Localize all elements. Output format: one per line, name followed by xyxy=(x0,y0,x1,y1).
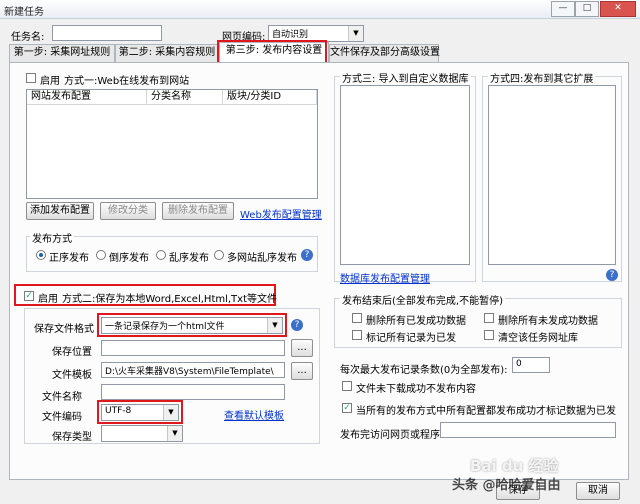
enable-local-save-label: 启用 xyxy=(38,294,58,305)
local-save-method-label: 方式二:保存为本地Word,Excel,Html,Txt等文件 xyxy=(62,294,278,305)
save-location-input[interactable] xyxy=(101,340,285,356)
maximize-button[interactable]: □ xyxy=(575,1,599,17)
save-format-label: 保存文件格式 xyxy=(34,324,94,335)
file-encoding-label: 文件编码 xyxy=(42,412,82,423)
title-bar: 新建任务 — □ ✕ xyxy=(0,0,640,19)
mark-published-checkbox[interactable] xyxy=(352,330,362,340)
browse-location-button[interactable]: ... xyxy=(291,339,313,357)
web-publish-list[interactable]: 网站发布配置 分类名称 版块/分类ID xyxy=(26,89,318,199)
file-name-input[interactable] xyxy=(101,384,285,400)
radio-random-label: 乱序发布 xyxy=(169,253,209,264)
clear-url-db-checkbox[interactable] xyxy=(484,330,494,340)
after-publish-label: 发布结束后(全部发布完成,不能暂停) xyxy=(340,292,505,307)
tab-step2[interactable]: 第二步: 采集内容规则 xyxy=(115,44,219,62)
close-button[interactable]: ✕ xyxy=(600,1,636,17)
enable-web-label: 启用 xyxy=(40,76,60,87)
chevron-down-icon: ▼ xyxy=(167,426,182,441)
method4-label: 方式四:发布到其它扩展 xyxy=(488,70,596,85)
file-template-input[interactable]: D:\火车采集器V8\System\FileTemplate\ xyxy=(101,362,285,378)
help-icon[interactable]: ? xyxy=(291,319,303,331)
view-default-template-link[interactable]: 查看默认模板 xyxy=(224,407,284,422)
file-template-label: 文件模板 xyxy=(52,370,92,381)
delete-publish-config-button[interactable]: 删除发布配置 xyxy=(162,202,234,220)
radio-reverse-label: 倒序发布 xyxy=(109,253,149,264)
help-icon[interactable]: ? xyxy=(606,269,618,281)
save-type-select[interactable]: ▼ xyxy=(101,425,183,442)
mark-all-success-label: 当所有的发布方式中所有配置都发布成功才标记数据为已发 xyxy=(356,406,616,417)
max-records-input[interactable]: 0 xyxy=(512,357,550,373)
file-name-label: 文件名称 xyxy=(42,392,82,403)
clear-url-db-label: 清空该任务网址库 xyxy=(498,333,578,344)
enable-local-save-checkbox[interactable]: ✓ xyxy=(24,291,34,301)
no-download-label: 文件未下载成功不发布内容 xyxy=(356,384,476,395)
chevron-down-icon: ▼ xyxy=(267,318,282,333)
task-name-input[interactable] xyxy=(52,25,162,41)
chevron-down-icon: ▼ xyxy=(348,26,363,41)
method3-list[interactable] xyxy=(340,85,470,265)
add-publish-config-button[interactable]: 添加发布配置 xyxy=(26,202,94,220)
column-header-config[interactable]: 网站发布配置 xyxy=(27,90,147,105)
radio-order[interactable] xyxy=(36,250,46,260)
baidu-watermark: Bai du 经验 xyxy=(470,457,559,475)
save-format-select[interactable]: 一条记录保存为一个html文件 ▼ xyxy=(101,317,283,334)
radio-multi-random[interactable] xyxy=(214,250,224,260)
radio-multi-random-label: 多网站乱序发布 xyxy=(227,253,297,264)
save-type-label: 保存类型 xyxy=(52,432,92,443)
publish-mode-label: 发布方式 xyxy=(30,230,74,245)
radio-order-label: 正序发布 xyxy=(49,253,89,264)
delete-failed-label: 删除所有未发成功数据 xyxy=(498,316,598,327)
no-download-checkbox[interactable] xyxy=(342,381,352,391)
edit-category-button[interactable]: 修改分类 xyxy=(100,202,156,220)
method4-list[interactable] xyxy=(488,85,616,265)
method3-label: 方式三: 导入到自定义数据库 xyxy=(340,70,471,85)
page-encoding-value: 自动识别 xyxy=(272,30,309,40)
visit-after-input[interactable] xyxy=(440,422,616,438)
radio-reverse[interactable] xyxy=(96,250,106,260)
radio-random[interactable] xyxy=(156,250,166,260)
visit-after-label: 发布完访问网页或程序 xyxy=(340,430,440,441)
author-watermark: 头条 @哈哈爱自由 xyxy=(452,478,561,493)
delete-failed-checkbox[interactable] xyxy=(484,313,494,323)
mark-published-label: 标记所有记录为已发 xyxy=(366,333,456,344)
browse-template-button[interactable]: ... xyxy=(291,362,313,380)
file-encoding-value: UTF-8 xyxy=(105,406,132,416)
chevron-down-icon: ▼ xyxy=(163,405,178,420)
delete-success-checkbox[interactable] xyxy=(352,313,362,323)
window-title: 新建任务 xyxy=(4,7,44,18)
delete-success-label: 删除所有已发成功数据 xyxy=(366,316,466,327)
task-name-label: 任务名: xyxy=(11,32,45,43)
column-header-board-id[interactable]: 版块/分类ID xyxy=(223,90,317,105)
help-icon[interactable]: ? xyxy=(301,249,313,261)
file-encoding-select[interactable]: UTF-8 ▼ xyxy=(101,404,179,421)
max-records-label: 每次最大发布记录条数(0为全部发布): xyxy=(340,365,508,376)
web-method-label: 方式一:Web在线发布到网站 xyxy=(64,76,190,87)
column-header-category[interactable]: 分类名称 xyxy=(147,90,223,105)
db-config-manage-link[interactable]: 数据库发布配置管理 xyxy=(340,270,430,285)
mark-all-success-checkbox[interactable]: ✓ xyxy=(342,403,352,413)
tab-step1[interactable]: 第一步: 采集网址规则 xyxy=(9,44,115,62)
minimize-button[interactable]: — xyxy=(551,1,575,17)
tab-file-save[interactable]: 文件保存及部分高级设置 xyxy=(329,44,440,62)
save-location-label: 保存位置 xyxy=(52,347,92,358)
enable-web-checkbox[interactable] xyxy=(26,73,36,83)
cancel-button[interactable]: 取消 xyxy=(576,482,620,500)
web-config-manage-link[interactable]: Web发布配置管理 xyxy=(240,206,322,221)
save-format-value: 一条记录保存为一个html文件 xyxy=(105,322,225,332)
